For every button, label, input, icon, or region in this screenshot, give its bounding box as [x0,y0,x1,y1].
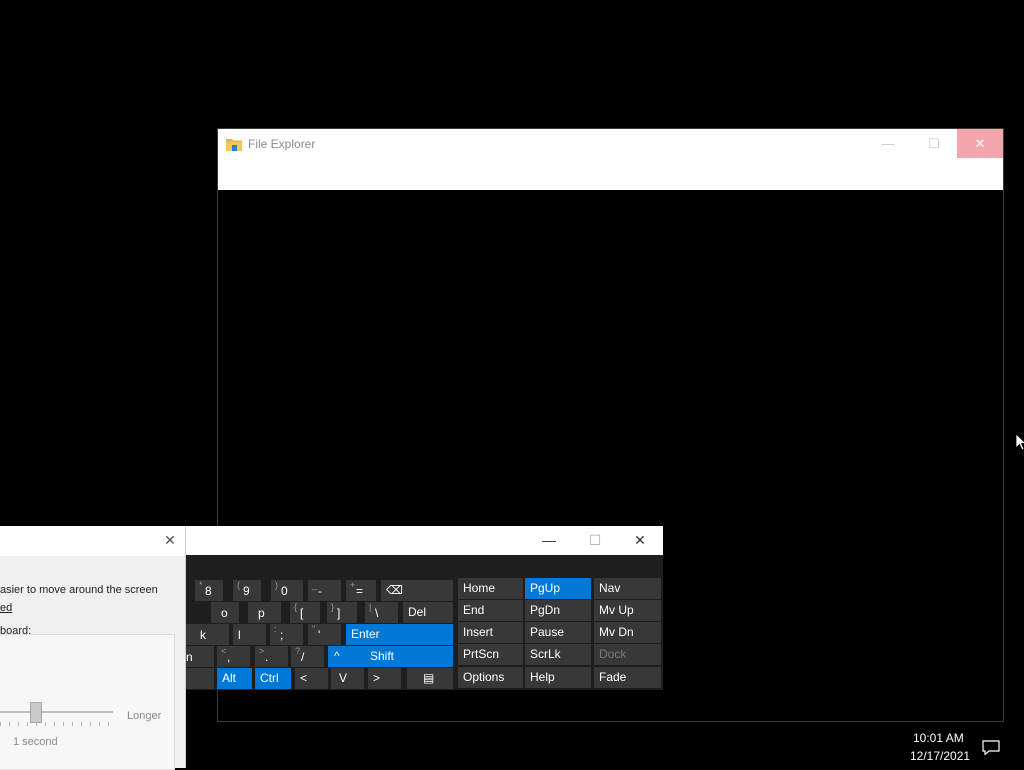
help-key[interactable]: Help [525,667,591,688]
close-button[interactable]: ✕ [957,129,1003,158]
mouse-settings-titlebar[interactable]: ✕ [0,526,185,556]
nav-key[interactable]: Nav [594,578,661,599]
panel-label: board: [0,625,32,637]
options-key[interactable]: Options [458,667,523,688]
key-comma[interactable]: < , [217,646,250,667]
settings-panel [0,634,175,770]
ctrl-key[interactable]: Ctrl [255,668,291,689]
key-open-bracket[interactable]: { [ [290,602,320,623]
close-button[interactable]: ✕ [160,532,180,550]
prtscn-key[interactable]: PrtScn [458,644,523,665]
chevron-left-icon: < [300,671,308,685]
key-blank[interactable] [186,668,214,689]
key-9[interactable]: ( 9 [233,580,261,601]
slider-value-label: 1 second [13,736,58,748]
action-center-icon[interactable] [982,740,1000,755]
pgdn-key[interactable]: PgDn [525,600,591,621]
end-key[interactable]: End [458,600,523,621]
pgup-key[interactable]: PgUp [525,578,591,599]
slider-track[interactable] [0,711,113,713]
left-arrow-key[interactable]: < [295,668,328,689]
dock-key: Dock [594,644,661,665]
up-arrow-key[interactable]: ^ [328,646,365,667]
fade-key[interactable]: Fade [594,667,661,688]
maximize-button: ☐ [588,532,602,548]
key-close-bracket[interactable]: } ] [327,602,357,623]
key-8[interactable]: * 8 [195,580,223,601]
scrlk-key[interactable]: ScrLk [525,644,591,665]
slider-max-label: Longer [127,710,162,722]
key-slash[interactable]: ? / [291,646,324,667]
insert-key[interactable]: Insert [458,622,523,643]
slider-ticks [0,722,113,726]
mouse-cursor-icon [1016,434,1024,451]
minimize-button[interactable]: — [865,129,911,158]
key-minus[interactable]: _ - [308,580,341,601]
pause-key[interactable]: Pause [525,622,591,643]
window-title: File Explorer [248,137,316,151]
backspace-key[interactable]: ⌫ [381,580,453,601]
move-up-key[interactable]: Mv Up [594,600,661,621]
caret-up-icon: ^ [334,649,340,663]
on-screen-keyboard-window: — ☐ ✕ * 8 ( 9 ) 0 _ - + = ⌫ o p { [ } ] … [186,526,663,690]
down-arrow-key[interactable]: V [331,668,364,689]
right-arrow-key[interactable]: > [368,668,401,689]
slider-thumb[interactable] [30,702,42,723]
key-backslash[interactable]: | \ [365,602,398,623]
menu-icon: ▤ [423,671,435,685]
shift-key[interactable]: Shift [365,646,453,667]
taskbar-clock-date[interactable]: 12/17/2021 [910,749,970,763]
osk-titlebar[interactable]: — ☐ ✕ [186,526,663,555]
mouse-settings-window: ✕ asier to move around the screen ed boa… [0,526,186,770]
key-0[interactable]: ) 0 [271,580,303,601]
backspace-icon: ⌫ [386,583,403,597]
key-quote[interactable]: " ' [308,624,341,645]
folder-icon [226,139,242,151]
delete-key[interactable]: Del [403,602,453,623]
menu-key[interactable]: ▤ [407,668,453,689]
close-button[interactable]: ✕ [617,526,663,555]
key-equals[interactable]: + = [346,580,376,601]
setting-description: asier to move around the screen [0,584,158,596]
key-n[interactable]: n [186,646,214,667]
setting-link[interactable]: ed [0,602,12,614]
minimize-button[interactable]: — [526,526,572,555]
key-o[interactable]: o [211,602,239,623]
chevron-right-icon: > [373,671,381,685]
home-key[interactable]: Home [458,578,523,599]
maximize-button[interactable]: ☐ [911,129,957,158]
enter-key[interactable]: Enter [346,624,453,645]
explorer-titlebar[interactable]: File Explorer — ☐ ✕ [218,129,1003,161]
chevron-down-icon: V [339,671,348,685]
alt-key[interactable]: Alt [217,668,252,689]
move-down-key[interactable]: Mv Dn [594,622,661,643]
explorer-ribbon [218,161,1003,190]
key-period[interactable]: > . [255,646,288,667]
taskbar-clock-time[interactable]: 10:01 AM [913,731,964,745]
